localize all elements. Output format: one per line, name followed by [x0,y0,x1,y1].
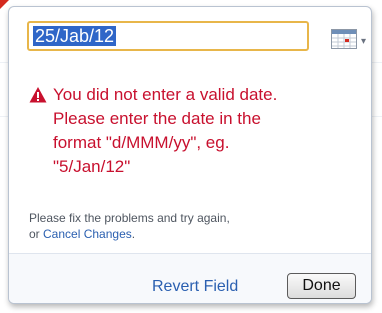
error-line: You did not enter a valid date. [53,85,278,104]
help-text-suffix: . [131,227,136,241]
help-text-line1: Please fix the problems and try again, [29,211,230,225]
invalid-cell-marker [0,0,9,9]
help-text-line2: or Cancel Changes. [29,226,359,242]
calendar-icon[interactable] [331,29,357,49]
help-text: Please fix the problems and try again, o… [29,210,359,242]
revert-field-link[interactable]: Revert Field [152,277,238,297]
dropdown-arrow-icon: ▾ [361,36,367,47]
warning-triangle-icon [29,87,47,103]
error-message: You did not enter a valid date. Please e… [29,83,359,179]
date-input[interactable]: 25/Jab/12 [27,21,309,51]
error-line: Please enter the date in the [53,109,261,128]
error-line: format "d/MMM/yy", eg. [53,133,230,152]
done-button[interactable]: Done [287,273,356,299]
help-text-prefix: or [29,227,44,241]
date-input-selected-text: 25/Jab/12 [33,26,117,46]
error-line: "5/Jan/12" [53,157,131,176]
inline-edit-popup: 25/Jab/12 ▾ You did not enter a valid da… [8,6,372,304]
cancel-changes-link[interactable]: Cancel Changes [43,227,132,241]
